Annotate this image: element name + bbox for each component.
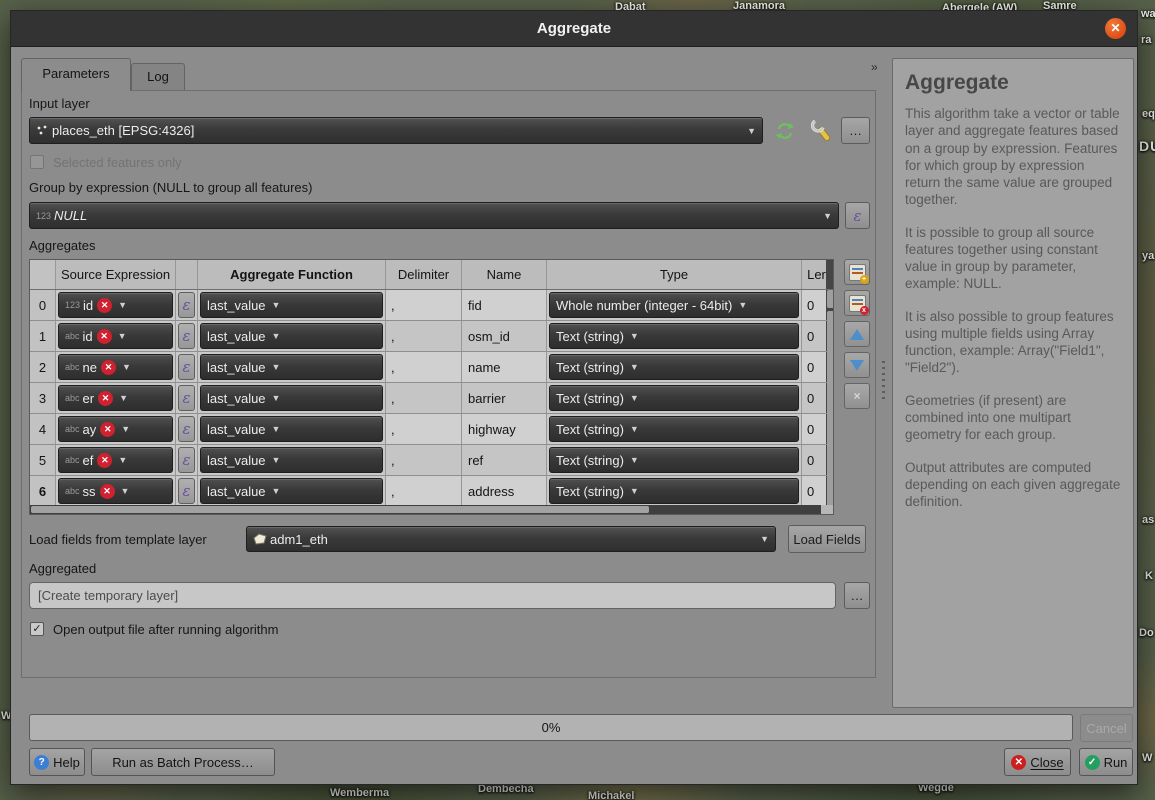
map-label: Wemberma xyxy=(330,787,389,799)
dialog-title: Aggregate xyxy=(11,11,1137,46)
progress-bar: 0% xyxy=(29,714,1073,741)
map-label: ya xyxy=(1142,250,1154,262)
help-paragraph: It is possible to group all source featu… xyxy=(905,224,1121,293)
help-paragraph: Geometries (if present) are combined int… xyxy=(905,392,1121,444)
run-button-label: Run xyxy=(1104,755,1128,770)
help-paragraph: It is also possible to group features us… xyxy=(905,308,1121,377)
close-icon: ✕ xyxy=(1011,755,1026,770)
help-title: Aggregate xyxy=(905,71,1121,95)
map-label: wa xyxy=(1141,8,1155,20)
run-as-batch-label: Run as Batch Process… xyxy=(112,755,254,770)
map-label: as xyxy=(1142,514,1154,526)
parameters-pane xyxy=(21,90,876,678)
map-label: ra xyxy=(1141,34,1151,46)
close-icon: ✕ xyxy=(1110,21,1120,35)
map-label: K xyxy=(1145,570,1153,582)
close-button-label: Close xyxy=(1030,755,1063,770)
tab-overflow-icon[interactable]: » xyxy=(871,60,878,74)
desktop-map-background: Dabat Janamora Abergele (AW) Samre Wembe… xyxy=(0,0,1155,800)
map-label: Do xyxy=(1139,627,1154,639)
tab-log[interactable]: Log xyxy=(131,63,185,91)
help-button[interactable]: ? Help xyxy=(29,748,85,776)
map-label: DU xyxy=(1139,138,1155,154)
help-icon: ? xyxy=(34,755,49,770)
map-label: Michakel xyxy=(588,790,634,800)
cancel-button: Cancel xyxy=(1080,714,1133,742)
run-icon: ✓ xyxy=(1085,755,1100,770)
help-paragraph: This algorithm take a vector or table la… xyxy=(905,105,1121,209)
map-label: eq xyxy=(1142,108,1155,120)
panel-splitter-handle[interactable] xyxy=(882,361,885,403)
tab-parameters[interactable]: Parameters xyxy=(21,58,131,91)
help-button-label: Help xyxy=(53,755,80,770)
window-close-button[interactable]: ✕ xyxy=(1105,18,1126,39)
map-label: W xyxy=(1142,752,1152,764)
close-button[interactable]: ✕ Close xyxy=(1004,748,1071,776)
aggregate-dialog: Aggregate ✕ Parameters Log » Input layer… xyxy=(10,10,1138,785)
help-paragraph: Output attributes are computed depending… xyxy=(905,459,1121,511)
run-as-batch-button[interactable]: Run as Batch Process… xyxy=(91,748,275,776)
run-button[interactable]: ✓ Run xyxy=(1079,748,1133,776)
help-panel: Aggregate This algorithm take a vector o… xyxy=(892,58,1134,708)
cancel-button-label: Cancel xyxy=(1086,721,1126,736)
titlebar[interactable]: Aggregate ✕ xyxy=(11,11,1137,47)
